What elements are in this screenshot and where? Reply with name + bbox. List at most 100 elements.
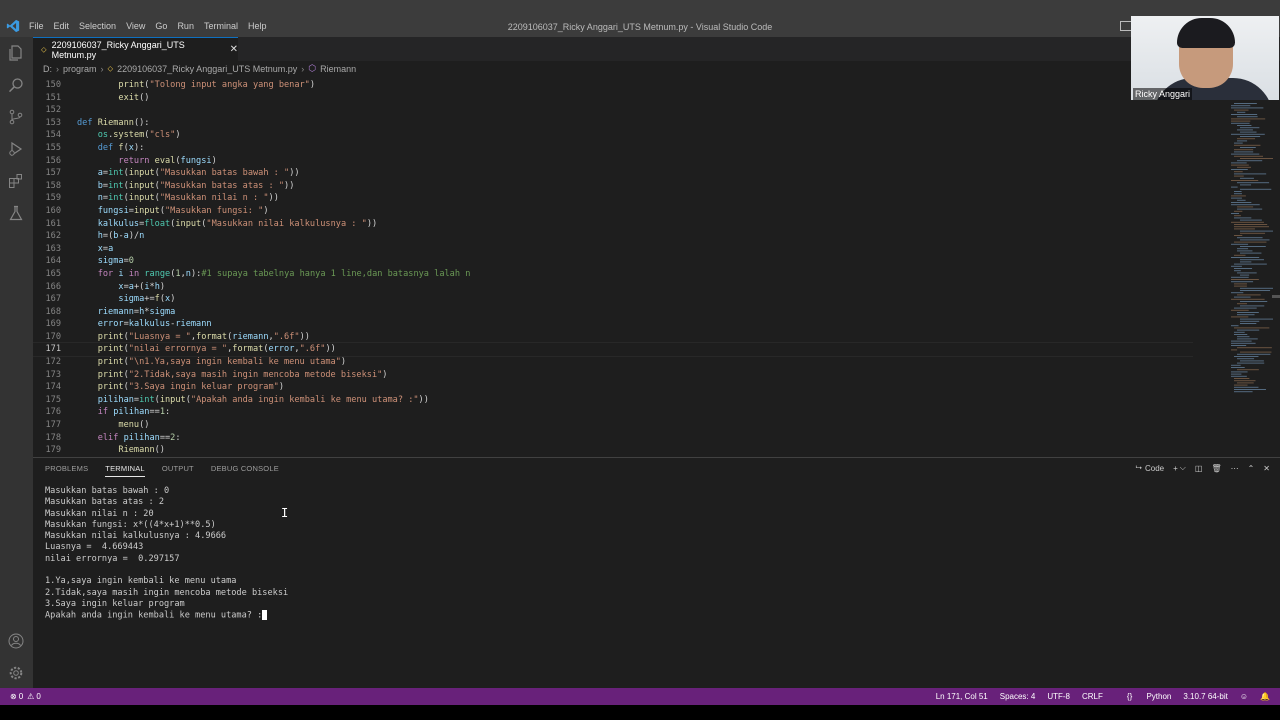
minimap-line [1237,208,1263,210]
interpreter[interactable]: 3.10.7 64-bit [1183,692,1227,701]
editor-scrollbar[interactable] [1272,295,1280,298]
line-number: 160 [45,205,61,216]
line-number: 172 [45,357,61,368]
feedback-icon[interactable]: ☺ [1240,692,1248,701]
code-line: 156 return eval(fungsi) [33,155,1193,168]
account-icon[interactable] [8,633,24,649]
new-terminal-icon[interactable]: + [1173,464,1178,473]
settings-gear-icon[interactable] [8,665,24,681]
person-hair [1177,18,1235,48]
minimap-line [1231,292,1244,294]
code-line: 155 def f(x): [33,142,1193,155]
minimap-line [1240,127,1260,129]
minimap-line [1231,118,1266,120]
code-editor[interactable]: 150 print("Tolong input angka yang benar… [33,75,1193,455]
minimap-line [1240,252,1262,254]
braces-icon: {} [1126,692,1133,701]
minimap-line [1231,169,1248,170]
code-text: h=(b-a)/n [97,231,145,242]
breadcrumb-symbol[interactable]: Riemann [320,64,356,74]
split-terminal-icon[interactable]: ◫ [1195,464,1203,473]
breadcrumb-file[interactable]: 2209106037_Ricky Anggari_UTS Metnum.py [117,64,297,74]
minimap-line [1231,371,1248,373]
webcam-overlay: Ricky Anggari [1131,16,1279,100]
cursor-position[interactable]: Ln 171, Col 51 [936,692,988,701]
minimap-line [1234,144,1261,146]
language-mode[interactable]: {} Python [1115,692,1171,701]
code-line: 162 h=(b-a)/n [33,230,1193,243]
more-actions-icon[interactable]: ⋯ [1231,464,1239,473]
explorer-icon[interactable] [8,45,24,61]
code-line: 151 exit() [33,92,1193,105]
extensions-icon[interactable] [8,173,24,189]
minimap-line [1234,263,1267,265]
minimap-line [1234,171,1243,173]
minimap-line [1240,351,1272,353]
minimap-line [1237,140,1248,142]
mouse-cursor-icon: I [281,506,289,520]
minimap-line [1234,191,1242,192]
encoding[interactable]: UTF-8 [1047,692,1070,701]
code-line: 158 b=int(input("Masukkan batas atas : "… [33,180,1193,193]
code-line: 159 n=int(input("Masukkan nilai n : ")) [33,192,1193,205]
minimap-line [1231,349,1238,351]
minimap-line [1231,309,1249,311]
minimap-line [1231,364,1241,366]
line-number: 169 [45,319,61,330]
search-icon[interactable] [8,77,24,93]
close-panel-icon[interactable]: ✕ [1263,464,1270,473]
line-number: 164 [45,256,61,267]
minimap-line [1237,369,1259,371]
testing-icon[interactable] [8,205,24,221]
line-number: 178 [45,432,61,443]
function-symbol-icon: ⬡ [308,63,317,73]
minimap-line [1234,149,1254,151]
terminal-output[interactable]: Masukkan batas bawah : 0 Masukkan batas a… [45,486,288,622]
tab-active-file[interactable]: ⬦ 2209106037_Ricky Anggari_UTS Metnum.py… [33,37,238,61]
minimap-line [1237,250,1253,252]
minimap[interactable] [1193,103,1273,463]
status-left[interactable]: ⊗ 0 ⚠ 0 [10,692,41,701]
indentation[interactable]: Spaces: 4 [1000,692,1036,701]
tab-problems[interactable]: PROBLEMS [45,464,88,477]
minimap-line [1234,307,1257,309]
source-control-icon[interactable] [8,109,24,125]
minimap-line [1231,340,1252,342]
minimap-line [1231,221,1264,223]
terminal-line: nilai errornya = 0.297157 [45,553,180,564]
notifications-bell-icon[interactable]: 🔔 [1260,692,1270,701]
minimap-line [1237,248,1249,250]
code-text: menu() [118,420,150,431]
terminal-line: 1.Ya,saya ingin kembali ke menu utama [45,576,237,587]
run-debug-icon[interactable] [8,141,24,157]
code-line: 166 x=a+(i*h) [33,281,1193,294]
warning-count: 0 [36,692,41,701]
minimap-line [1240,360,1264,362]
code-line: 163 x=a [33,243,1193,256]
minimap-line [1234,241,1267,243]
minimap-line [1231,367,1245,368]
minimap-line [1240,318,1273,320]
trash-icon[interactable]: 🗑 [1211,464,1221,473]
code-text: print("\n1.Ya,saya ingin kembali ke menu… [97,357,347,368]
breadcrumb-folder[interactable]: program [63,64,97,74]
minimap-line [1234,285,1247,287]
close-tab-icon[interactable]: ✕ [230,44,238,55]
minimap-line [1234,384,1248,386]
minimap-line [1231,120,1251,122]
line-ending[interactable]: CRLF [1082,692,1103,701]
code-text: fungsi=input("Masukkan fungsi: ") [97,205,269,216]
tab-debug-console[interactable]: DEBUG CONSOLE [211,464,279,477]
breadcrumb-drive[interactable]: D: [43,64,52,74]
code-line: 165 for i in range(1,n):#1 supaya tabeln… [33,268,1193,281]
minimap-line [1237,206,1254,208]
code-text: pilihan=int(input("Apakah anda ingin kem… [97,394,429,405]
line-number: 170 [45,331,61,342]
shell-label[interactable]: Code [1145,464,1164,473]
tab-output[interactable]: OUTPUT [162,464,194,477]
status-right: Ln 171, Col 51 Spaces: 4 UTF-8 CRLF {} P… [924,692,1270,701]
maximize-panel-icon[interactable]: ⌃ [1248,464,1255,473]
minimap-line [1237,347,1272,349]
tab-terminal[interactable]: TERMINAL [105,464,145,477]
chevron-down-icon[interactable]: ⌵ [1180,463,1186,473]
